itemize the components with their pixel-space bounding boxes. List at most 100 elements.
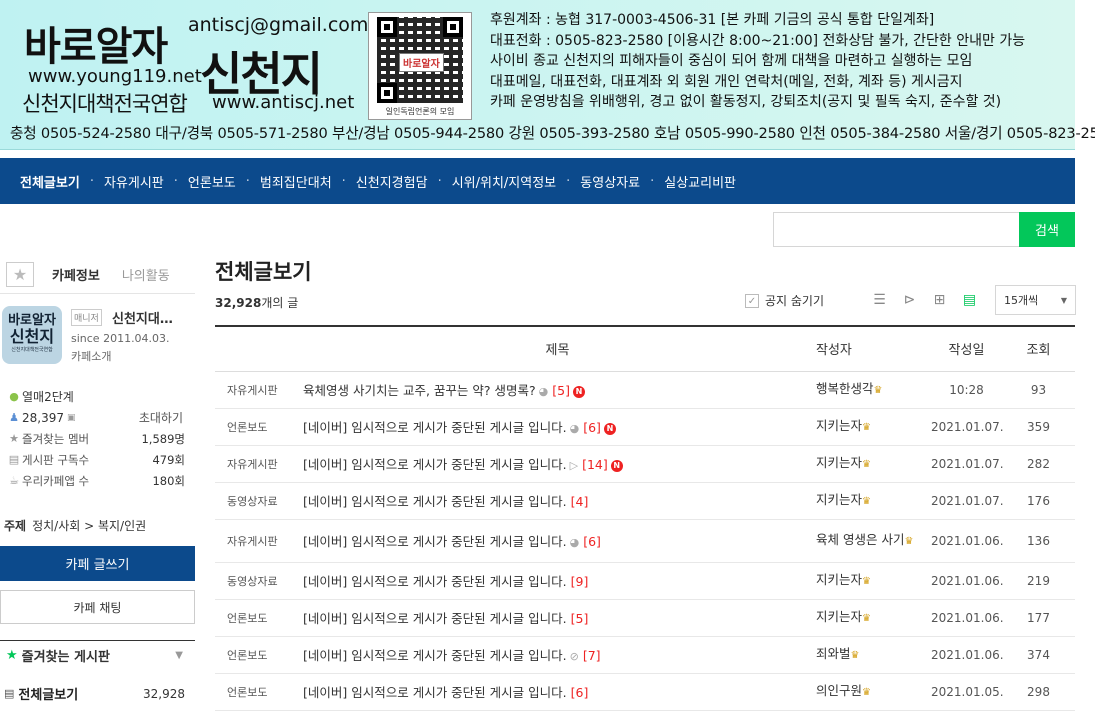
main-content: 전체글보기 32,928개의 글 ✓ 공지 숨기기 ☰ ⊳ ⊞ ▤ 15개씩 ▼… (215, 256, 1076, 711)
topic-value: 정치/사회 > 복지/인권 (32, 519, 147, 533)
new-badge-icon: N (603, 423, 616, 435)
nav-item-all-posts[interactable]: 전체글보기 (20, 172, 80, 191)
invite-link[interactable]: 초대하기 (139, 409, 183, 426)
member-count[interactable]: 28,397 (22, 411, 64, 425)
attachment-icon: ◕ (569, 422, 580, 435)
col-category (215, 326, 301, 371)
cafe-banner[interactable]: 바로알자 antiscj@gmail.com 신천지 www.young119.… (0, 0, 1095, 150)
hide-notice-checkbox[interactable]: ✓ 공지 숨기기 (745, 292, 824, 309)
comment-count[interactable]: [9] (571, 574, 589, 589)
banner-url-2: www.antiscj.net (212, 92, 355, 113)
app-label: 우리카페앱 수 (22, 473, 90, 488)
favorite-boards-header[interactable]: ★ 즐겨찾는 게시판 ▼ (0, 640, 195, 670)
nav-item-doctrine-critique[interactable]: · 실상교리비판 (640, 172, 736, 191)
banner-info-line: 사이비 종교 신천지의 피해자들이 중심이 되어 함께 대책을 마련하고 실행하… (490, 53, 973, 69)
table-header: 제목 작성자 작성일 조회 (215, 326, 1075, 371)
per-page-select[interactable]: 15개씩 ▼ (995, 285, 1076, 315)
table-row[interactable]: 자유게시판 [네이버] 임시적으로 게시가 중단된 게시글 입니다. ◕ [6] 육체 … (215, 519, 1075, 562)
table-row[interactable]: 언론보도 [네이버] 임시적으로 게시가 중단된 게시글 입니다. [5] 지키는자♛… (215, 599, 1075, 636)
table-row[interactable]: 동영상자료 [네이버] 임시적으로 게시가 중단된 게시글 입니다. [4] 지키는자… (215, 482, 1075, 519)
cafe-thumbnail[interactable]: 바로알자 신천지 신천지대책전국연합 (2, 306, 62, 364)
cafe-intro-link[interactable]: 카페소개 (71, 348, 111, 364)
post-date: 2021.01.07. (931, 456, 1004, 471)
comment-count[interactable]: [6] (583, 534, 601, 549)
post-title-link[interactable]: [네이버] 임시적으로 게시가 중단된 게시글 입니다. (303, 420, 567, 435)
post-author[interactable]: 지키는자♛ (814, 482, 931, 519)
post-category[interactable]: 언론보도 (215, 673, 301, 710)
cafe-manager-name[interactable]: 신천지대… (112, 308, 173, 327)
write-post-button[interactable]: 카페 글쓰기 (0, 546, 195, 581)
cafe-stats: ● 열매2단계 ♟ 28,397 ▣ 초대하기 ★ 즐겨찾는 멤버 1,589명… (0, 386, 195, 491)
table-row[interactable]: 자유게시판 육체영생 사기치는 교주, 꿈꾸는 약? 생명록? ◕ [5] N 행복한생각… (215, 371, 1075, 408)
attachment-icon: ⊘ (569, 650, 579, 663)
post-title-link[interactable]: [네이버] 임시적으로 게시가 중단된 게시글 입니다. (303, 494, 567, 509)
grid-view-icon[interactable]: ⊞ (930, 290, 949, 309)
search-input[interactable] (773, 212, 1019, 247)
nav-item-free-board[interactable]: · 자유게시판 (80, 172, 164, 191)
comment-count[interactable]: [6] (571, 685, 589, 700)
nav-item-experience[interactable]: · 신천지경험담 (332, 172, 428, 191)
star-icon[interactable]: ★ (6, 262, 34, 287)
nav-item-press[interactable]: · 언론보도 (164, 172, 236, 191)
post-author[interactable]: 지키는자♛ (814, 408, 931, 445)
post-title-link[interactable]: [네이버] 임시적으로 게시가 중단된 게시글 입니다. (303, 685, 567, 700)
post-author[interactable]: 육체 영생은 사기♛ (814, 519, 931, 562)
comment-count[interactable]: [5] (571, 611, 589, 626)
post-category[interactable]: 자유게시판 (215, 371, 301, 408)
search-button[interactable]: 검색 (1019, 212, 1075, 247)
cafe-chat-button[interactable]: 카페 채팅 (0, 590, 195, 624)
attachment-icon: ◕ (538, 385, 549, 398)
post-author[interactable]: 지키는자♛ (814, 599, 931, 636)
post-title-cell: 육체영생 사기치는 교주, 꿈꾸는 약? 생명록? ◕ [5] N (301, 371, 814, 408)
post-category[interactable]: 언론보도 (215, 408, 301, 445)
post-category[interactable]: 언론보도 (215, 599, 301, 636)
nav-item-protest-info[interactable]: · 시위/위치/지역정보 (428, 172, 557, 191)
qr-label: 바로알자 (399, 53, 444, 72)
post-title-link[interactable]: [네이버] 임시적으로 게시가 중단된 게시글 입니다. (303, 534, 567, 549)
nav-item-crime-response[interactable]: · 범죄집단대처 (236, 172, 332, 191)
post-title-link[interactable]: [네이버] 임시적으로 게시가 중단된 게시글 입니다. (303, 611, 567, 626)
post-author[interactable]: 행복한생각♛ (814, 371, 931, 408)
banner-info: 후원계좌 : 농협 317-0003-4506-31 [본 카페 기금의 공식 … (490, 10, 1070, 113)
post-views: 219 (1027, 573, 1050, 588)
app-icon: ☕ (9, 474, 19, 487)
post-date: 10:28 (949, 382, 984, 397)
post-views: 176 (1027, 493, 1050, 508)
play-view-icon[interactable]: ⊳ (900, 290, 919, 309)
post-category[interactable]: 자유게시판 (215, 445, 301, 482)
table-row[interactable]: 언론보도 [네이버] 임시적으로 게시가 중단된 게시글 입니다. ⊘ [7] 죄와벌♛… (215, 636, 1075, 673)
comment-count[interactable]: [5] (552, 383, 570, 398)
nav-label: 신천지경험담 (355, 175, 428, 191)
thumb-text: 신천지대책전국연합 (11, 347, 53, 353)
regional-phones: 충청 0505-524-2580 대구/경북 0505-571-2580 부산/… (10, 125, 1095, 142)
sidebar-item-all-posts[interactable]: ▤ 전체글보기 32,928 (0, 684, 195, 704)
post-title-link[interactable]: [네이버] 임시적으로 게시가 중단된 게시글 입니다. (303, 457, 567, 472)
tab-my-activity[interactable]: 나의활동 (122, 265, 170, 284)
table-row[interactable]: 자유게시판 [네이버] 임시적으로 게시가 중단된 게시글 입니다. ▷ [14] N 지… (215, 445, 1075, 482)
table-row[interactable]: 언론보도 [네이버] 임시적으로 게시가 중단된 게시글 입니다. [6] 의인구원♛… (215, 673, 1075, 710)
post-category[interactable]: 언론보도 (215, 636, 301, 673)
level-row[interactable]: ● 열매2단계 (0, 386, 195, 407)
post-author[interactable]: 의인구원♛ (814, 673, 931, 710)
author-name: 의인구원 (816, 683, 863, 698)
list-view-icon[interactable]: ▤ (960, 290, 979, 309)
post-category[interactable]: 자유게시판 (215, 519, 301, 562)
comment-count[interactable]: [7] (583, 648, 601, 663)
tab-cafe-info[interactable]: 카페정보 (52, 265, 100, 284)
nav-item-videos[interactable]: · 동영상자료 (556, 172, 640, 191)
post-title-link[interactable]: 육체영생 사기치는 교주, 꿈꾸는 약? 생명록? (303, 383, 536, 398)
table-row[interactable]: 동영상자료 [네이버] 임시적으로 게시가 중단된 게시글 입니다. [9] 지키는자… (215, 562, 1075, 599)
post-author[interactable]: 지키는자♛ (814, 445, 931, 482)
post-title-cell: [네이버] 임시적으로 게시가 중단된 게시글 입니다. [6] (301, 673, 814, 710)
comment-count[interactable]: [6] (583, 420, 601, 435)
post-category[interactable]: 동영상자료 (215, 562, 301, 599)
card-view-icon[interactable]: ☰ (870, 290, 889, 309)
post-title-link[interactable]: [네이버] 임시적으로 게시가 중단된 게시글 입니다. (303, 648, 567, 663)
table-row[interactable]: 언론보도 [네이버] 임시적으로 게시가 중단된 게시글 입니다. ◕ [6] N 지키는… (215, 408, 1075, 445)
comment-count[interactable]: [14] (582, 457, 608, 472)
post-category[interactable]: 동영상자료 (215, 482, 301, 519)
post-title-link[interactable]: [네이버] 임시적으로 게시가 중단된 게시글 입니다. (303, 574, 567, 589)
post-author[interactable]: 죄와벌♛ (814, 636, 931, 673)
comment-count[interactable]: [4] (571, 494, 589, 509)
post-author[interactable]: 지키는자♛ (814, 562, 931, 599)
